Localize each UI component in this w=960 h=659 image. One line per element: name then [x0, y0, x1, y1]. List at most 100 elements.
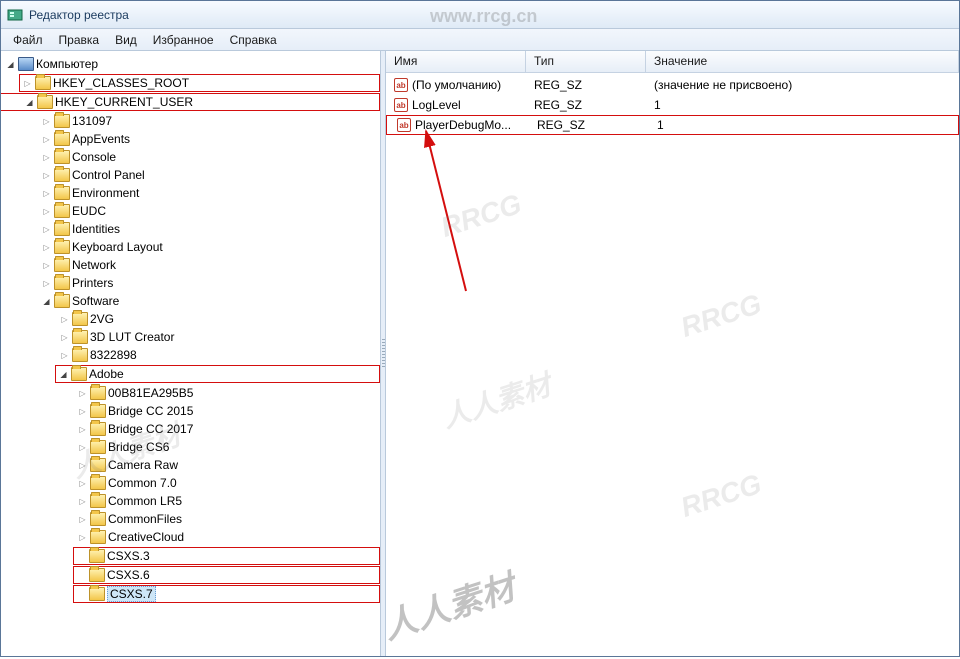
tree-item[interactable]: Common LR5 [73, 492, 380, 510]
expand-icon[interactable] [41, 188, 52, 199]
expand-icon[interactable] [41, 206, 52, 217]
expand-icon[interactable] [41, 170, 52, 181]
value-row[interactable]: ab(По умолчанию) REG_SZ (значение не при… [386, 75, 959, 95]
tree-item[interactable]: Control Panel [37, 166, 380, 184]
tree-item[interactable]: AppEvents [37, 130, 380, 148]
tree-item[interactable]: Common 7.0 [73, 474, 380, 492]
menu-edit[interactable]: Правка [51, 31, 108, 49]
expand-icon[interactable] [77, 424, 88, 435]
col-value[interactable]: Значение [646, 51, 959, 72]
folder-icon [35, 76, 51, 90]
watermark-url: www.rrcg.cn [430, 6, 537, 27]
computer-icon [18, 57, 34, 71]
folder-icon [90, 386, 106, 400]
tree-item[interactable]: 2VG [55, 310, 380, 328]
expand-icon[interactable] [77, 406, 88, 417]
tree-item[interactable]: Environment [37, 184, 380, 202]
value-row[interactable]: abPlayerDebugMo... REG_SZ 1 [386, 115, 959, 135]
expand-icon[interactable] [5, 59, 16, 70]
string-value-icon: ab [397, 118, 411, 132]
menu-help[interactable]: Справка [222, 31, 285, 49]
folder-icon [54, 114, 70, 128]
tree-item[interactable]: CreativeCloud [73, 528, 380, 546]
folder-icon [54, 294, 70, 308]
expand-icon[interactable] [77, 388, 88, 399]
tree-hkcr[interactable]: HKEY_CLASSES_ROOT [19, 74, 380, 92]
tree-item[interactable]: EUDC [37, 202, 380, 220]
expand-icon[interactable] [77, 460, 88, 471]
tree-software[interactable]: Software [37, 292, 380, 310]
folder-icon [90, 422, 106, 436]
expand-icon[interactable] [59, 314, 70, 325]
tree-item[interactable]: Network [37, 256, 380, 274]
list-pane: Имя Тип Значение ab(По умолчанию) REG_SZ… [386, 51, 959, 656]
expand-icon[interactable] [41, 224, 52, 235]
menu-view[interactable]: Вид [107, 31, 145, 49]
tree-item[interactable]: Bridge CC 2017 [73, 420, 380, 438]
expand-icon[interactable] [77, 514, 88, 525]
tree-pane[interactable]: Компьютер HKEY_CLASSES_ROOT [1, 51, 381, 656]
folder-icon [90, 512, 106, 526]
col-name[interactable]: Имя [386, 51, 526, 72]
expand-icon[interactable] [41, 116, 52, 127]
menu-file[interactable]: Файл [5, 31, 51, 49]
expand-icon[interactable] [77, 442, 88, 453]
folder-icon [72, 312, 88, 326]
tree-csxs3[interactable]: CSXS.3 [73, 547, 380, 565]
expand-icon[interactable] [41, 278, 52, 289]
tree-item[interactable]: Printers [37, 274, 380, 292]
expand-icon[interactable] [59, 332, 70, 343]
tree-item[interactable]: CommonFiles [73, 510, 380, 528]
tree-item[interactable]: Bridge CS6 [73, 438, 380, 456]
folder-icon [89, 568, 105, 582]
folder-icon [54, 258, 70, 272]
list-header: Имя Тип Значение [386, 51, 959, 73]
expand-icon[interactable] [41, 152, 52, 163]
folder-icon [89, 587, 105, 601]
folder-icon [72, 330, 88, 344]
tree-adobe[interactable]: Adobe [55, 365, 380, 383]
folder-icon [54, 276, 70, 290]
string-value-icon: ab [394, 98, 408, 112]
menu-favorites[interactable]: Избранное [145, 31, 222, 49]
expand-icon[interactable] [41, 296, 52, 307]
expand-icon[interactable] [24, 97, 35, 108]
folder-icon [54, 204, 70, 218]
expand-icon[interactable] [58, 369, 69, 380]
regedit-icon [7, 7, 23, 23]
tree-item[interactable]: 8322898 [55, 346, 380, 364]
folder-icon [89, 549, 105, 563]
expand-icon[interactable] [59, 350, 70, 361]
tree-item[interactable]: Keyboard Layout [37, 238, 380, 256]
folder-icon [54, 186, 70, 200]
tree-item[interactable]: 00B81EA295B5 [73, 384, 380, 402]
folder-icon [54, 222, 70, 236]
tree-item[interactable]: Bridge CC 2015 [73, 402, 380, 420]
value-row[interactable]: abLogLevel REG_SZ 1 [386, 95, 959, 115]
expand-icon[interactable] [77, 532, 88, 543]
expand-icon[interactable] [41, 260, 52, 271]
expand-icon[interactable] [41, 242, 52, 253]
tree-csxs7[interactable]: CSXS.7 [73, 585, 380, 603]
tree-csxs6[interactable]: CSXS.6 [73, 566, 380, 584]
tree-item[interactable]: Console [37, 148, 380, 166]
expand-icon[interactable] [41, 134, 52, 145]
folder-icon [90, 476, 106, 490]
folder-icon [37, 95, 53, 109]
tree-item[interactable]: 3D LUT Creator [55, 328, 380, 346]
expand-icon[interactable] [77, 478, 88, 489]
expand-icon[interactable] [77, 496, 88, 507]
col-type[interactable]: Тип [526, 51, 646, 72]
folder-icon [90, 440, 106, 454]
window-title: Редактор реестра [29, 8, 129, 22]
folder-icon [90, 458, 106, 472]
menubar: Файл Правка Вид Избранное Справка [1, 29, 959, 51]
tree-item[interactable]: Identities [37, 220, 380, 238]
folder-icon [54, 240, 70, 254]
string-value-icon: ab [394, 78, 408, 92]
tree-hkcu[interactable]: HKEY_CURRENT_USER [1, 93, 380, 111]
tree-root[interactable]: Компьютер [1, 55, 380, 73]
tree-item[interactable]: 131097 [37, 112, 380, 130]
tree-item[interactable]: Camera Raw [73, 456, 380, 474]
expand-icon[interactable] [22, 78, 33, 89]
